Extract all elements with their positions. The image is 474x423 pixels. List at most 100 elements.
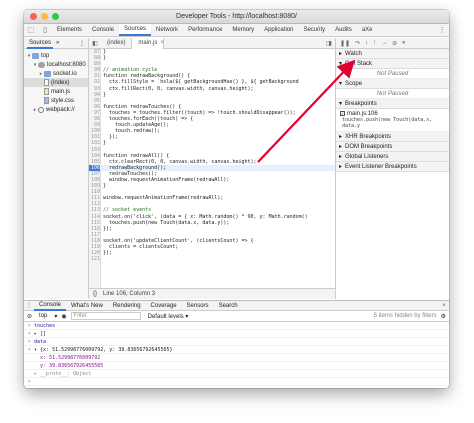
breakpoint-checkbox[interactable]: ✓ xyxy=(340,111,345,116)
console-row[interactable]: ▸ __proto__: Object xyxy=(24,370,449,378)
code-text: }); xyxy=(103,225,113,232)
code-text: }); xyxy=(103,250,113,257)
watch-label: Watch xyxy=(345,50,362,57)
console-row[interactable]: y: 39.836567926455565 xyxy=(24,362,449,370)
code-text: ctx.fillStyle = `hsla(${ getBackgroundHu… xyxy=(103,79,299,86)
console-text: y: 39.836567926455565 xyxy=(28,363,104,369)
chevron-down-icon: ▾ xyxy=(339,101,343,107)
more-icon[interactable]: ⋮ xyxy=(79,40,88,47)
step-over-icon[interactable]: ↷ xyxy=(355,40,360,47)
breakpoint-item[interactable]: ✓ main.js:106 touches.push(new Touch(data… xyxy=(336,109,449,133)
file-tab-index[interactable]: (index) xyxy=(101,38,131,49)
step-into-icon[interactable]: ↓ xyxy=(365,40,368,46)
inspect-icon[interactable]: ⬚ xyxy=(24,24,38,36)
code-text: } xyxy=(103,91,107,98)
tab-console[interactable]: Console xyxy=(87,24,119,36)
dom-breakpoints-section[interactable]: ▸ DOM Breakpoints xyxy=(336,142,449,153)
close-button[interactable] xyxy=(30,13,37,20)
tree-item[interactable]: ▸ webpack:// xyxy=(24,105,88,114)
folder-icon xyxy=(44,70,51,77)
drawer-tab-rendering[interactable]: Rendering xyxy=(108,303,146,309)
pause-icon[interactable]: ❚❚ xyxy=(340,40,350,47)
tree-item[interactable]: ▾ top xyxy=(24,51,88,60)
step-icon[interactable]: → xyxy=(381,40,387,46)
editor-pane: ◧ (index) main.js × ◨ 87} 88} 89 90// anima… xyxy=(89,37,336,299)
tree-item[interactable]: ▾ localhost:8080 xyxy=(24,60,88,69)
more-options-icon[interactable]: ⋮ xyxy=(435,24,449,36)
console-filter-input[interactable]: Filter xyxy=(70,312,141,320)
xhr-breakpoints-section[interactable]: ▸ XHR Breakpoints xyxy=(336,132,449,143)
device-toolbar-icon[interactable]: ▯ xyxy=(38,24,52,36)
zoom-button[interactable] xyxy=(52,13,59,20)
close-drawer-icon[interactable]: × xyxy=(439,303,449,309)
step-out-icon[interactable]: ↑ xyxy=(373,40,376,46)
tab-audits[interactable]: Audits xyxy=(330,24,357,36)
breakpoints-section[interactable]: ▾ Breakpoints xyxy=(336,99,449,109)
tab-performance[interactable]: Performance xyxy=(183,24,227,36)
console-row[interactable]: < ▾ {x: 51.52998776009792, y: 39.8365679… xyxy=(24,346,449,354)
drawer-tab-whats-new[interactable]: What's New xyxy=(66,303,108,309)
format-icon[interactable]: {} xyxy=(93,291,97,297)
code-line[interactable]: 121 xyxy=(89,256,335,262)
console-toolbar: ⊘ top ▾ ◉ Filter Default levels ▾ 5 item… xyxy=(24,311,449,322)
context-select[interactable]: top xyxy=(36,313,50,319)
code-text: touch.updateAge(); xyxy=(103,122,170,129)
console-log[interactable]: > touches < ▸ [] > data < ▾ {x: 51.52998776… xyxy=(24,322,449,386)
tree-item-label: localhost:8080 xyxy=(47,61,86,68)
settings-icon[interactable]: ⚙ xyxy=(441,313,449,320)
console-row[interactable]: > xyxy=(24,378,449,386)
console-row[interactable]: > touches xyxy=(24,322,449,330)
pause-on-exceptions-icon[interactable]: ⏸ xyxy=(402,40,405,47)
global-listeners-section[interactable]: ▸ Global Listeners xyxy=(336,152,449,163)
console-text: ▾ {x: 51.52998776009792, y: 39.836567926… xyxy=(34,347,173,353)
tree-item[interactable]: style.css xyxy=(24,96,88,105)
tab-network[interactable]: Network xyxy=(151,24,183,36)
hidden-items-count: 5 items hidden by filters xyxy=(373,313,437,319)
tab-application[interactable]: Application xyxy=(259,24,298,36)
scope-section[interactable]: ▾ Scope xyxy=(336,79,449,89)
toggle-navigator-icon[interactable]: ◧ xyxy=(89,40,101,47)
close-tab-icon[interactable]: × xyxy=(160,40,164,46)
code-text: socket.on('click', (data = { x: Math.ran… xyxy=(103,213,308,220)
tab-elements[interactable]: Elements xyxy=(52,24,87,36)
tab-memory[interactable]: Memory xyxy=(227,24,259,36)
console-row[interactable]: < ▸ [] xyxy=(24,330,449,338)
eye-icon[interactable]: ◉ xyxy=(61,313,66,320)
event-label: Event Listener Breakpoints xyxy=(345,163,417,170)
toggle-debugger-icon[interactable]: ◨ xyxy=(323,40,335,47)
code-editor[interactable]: 87} 88} 89 90// animation cycle 91 function r… xyxy=(89,49,335,288)
line-number[interactable]: 121 xyxy=(89,256,100,262)
call-stack-section[interactable]: ▾ Call Stack xyxy=(336,59,449,69)
watch-section[interactable]: ▸ Watch xyxy=(336,49,449,59)
tree-item[interactable]: main.js xyxy=(24,87,88,96)
log-levels-select[interactable]: Default levels ▾ xyxy=(145,313,192,320)
console-row[interactable]: > data xyxy=(24,338,449,346)
chevron-right-icon: ▸ xyxy=(339,144,343,151)
event-listener-breakpoints-section[interactable]: ▸ Event Listener Breakpoints xyxy=(336,162,449,173)
chevron-right-icon: ▸ xyxy=(339,51,343,57)
tab-axe[interactable]: aXe xyxy=(357,24,378,36)
tab-security[interactable]: Security xyxy=(298,24,330,36)
menu-icon[interactable]: ⋮ xyxy=(24,302,34,309)
console-drawer: ⋮ Console What's New Rendering Coverage … xyxy=(24,300,449,388)
scope-label: Scope xyxy=(345,80,363,87)
drawer-tab-console[interactable]: Console xyxy=(34,301,67,311)
file-tree: ▾ top ▾ localhost:8080 ▸ socket.io (index) main… xyxy=(24,49,88,114)
console-row[interactable]: x: 51.52998776009792 xyxy=(24,354,449,362)
drawer-tab-search[interactable]: Search xyxy=(214,303,243,309)
tab-sources-navigator[interactable]: Sources xyxy=(27,38,54,49)
chevron-right-icon[interactable]: » xyxy=(56,40,59,46)
code-text: touches.push(new Touch(data.x, data.y)); xyxy=(103,219,230,226)
code-text: // animation cycle xyxy=(103,67,158,74)
file-icon xyxy=(44,79,49,86)
minimize-button[interactable] xyxy=(41,13,48,20)
deactivate-breakpoints-icon[interactable]: ⊘ xyxy=(392,40,397,47)
tab-sources[interactable]: Sources xyxy=(119,24,152,36)
clear-console-icon[interactable]: ⊘ xyxy=(27,313,32,320)
chevron-down-icon[interactable]: ▾ xyxy=(54,313,57,320)
drawer-tab-coverage[interactable]: Coverage xyxy=(146,303,182,309)
breakpoints-label: Breakpoints xyxy=(345,100,377,107)
drawer-tab-sensors[interactable]: Sensors xyxy=(182,303,214,309)
tree-item[interactable]: (index) xyxy=(24,78,88,87)
tree-item[interactable]: ▸ socket.io xyxy=(24,69,88,78)
